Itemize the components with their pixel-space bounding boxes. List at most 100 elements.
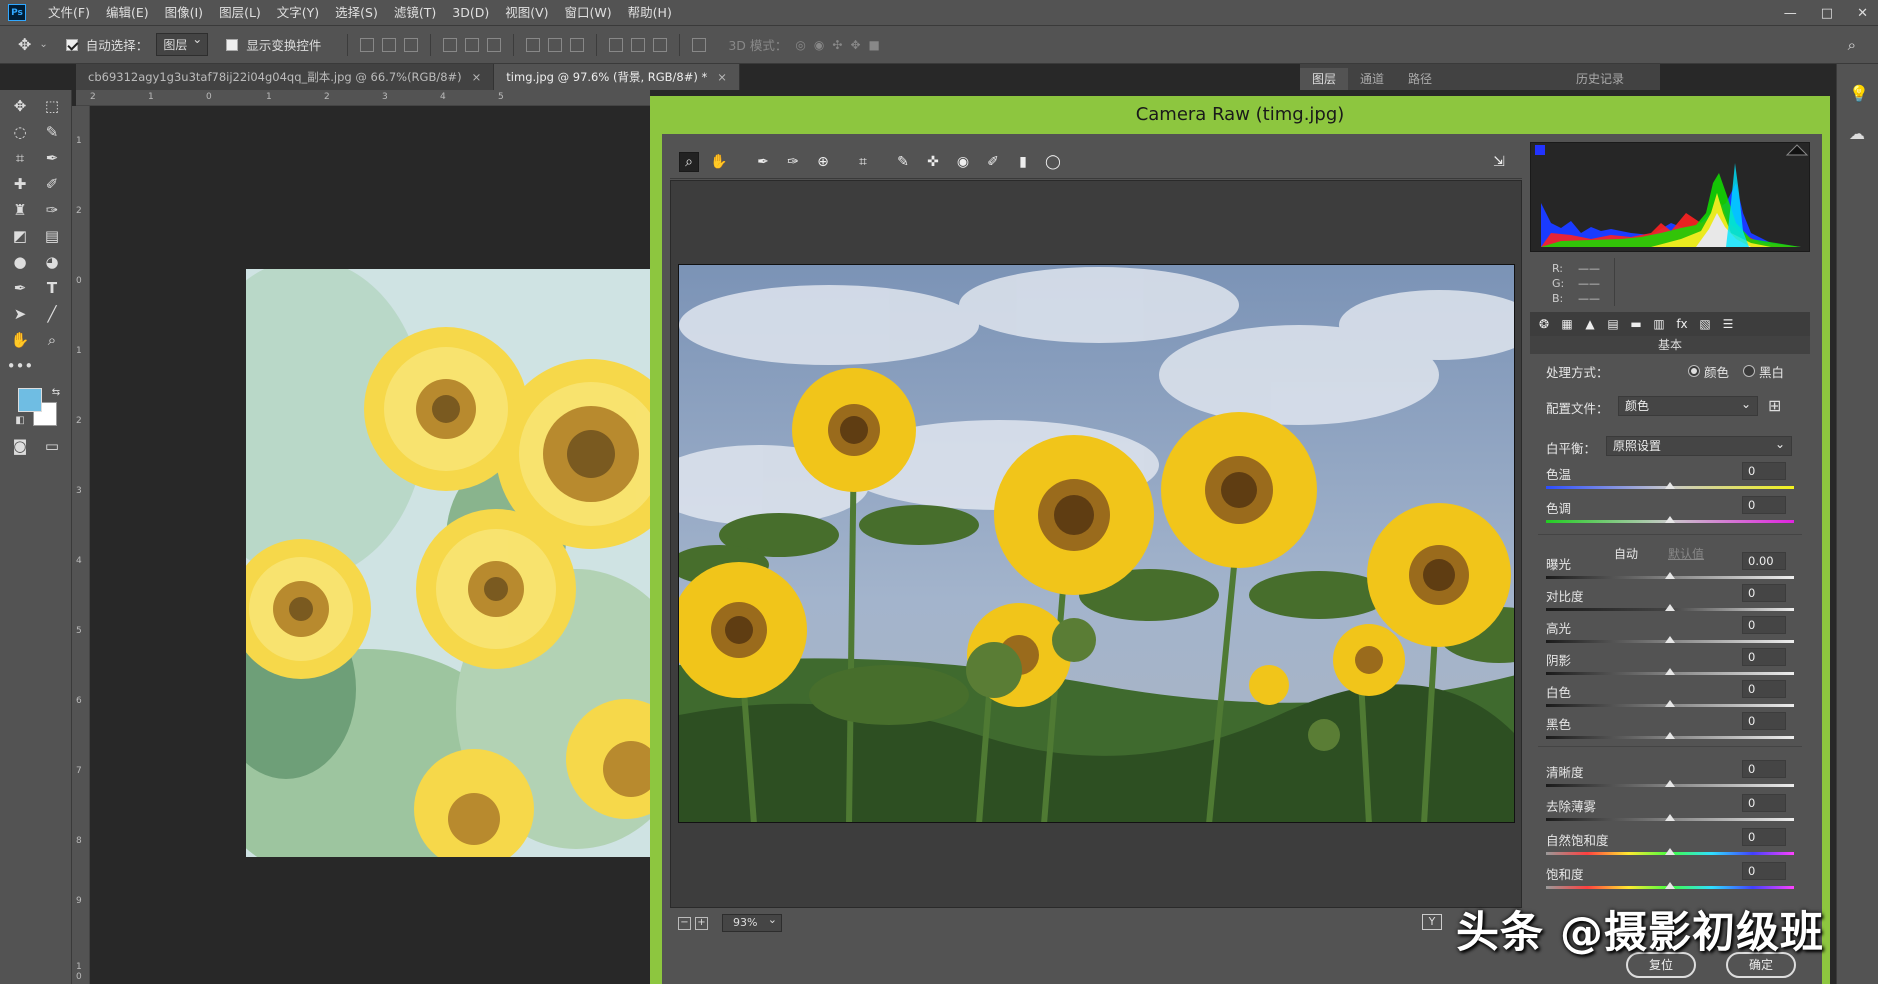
marquee-tool-icon[interactable]: ⬚ bbox=[40, 94, 64, 118]
menu-3d[interactable]: 3D(D) bbox=[444, 0, 497, 26]
effects-tab-icon[interactable]: fx bbox=[1674, 316, 1690, 332]
profile-select[interactable]: 颜色 bbox=[1618, 395, 1758, 416]
slider-value-0[interactable]: 0 bbox=[1742, 462, 1786, 480]
auto-align-icon[interactable] bbox=[692, 37, 707, 52]
slider-thumb-10[interactable] bbox=[1665, 848, 1675, 855]
slider-value-3[interactable]: 0 bbox=[1742, 584, 1786, 602]
menu-view[interactable]: 视图(V) bbox=[497, 0, 556, 26]
close-icon[interactable]: × bbox=[472, 70, 482, 84]
tone-curve-tab-icon[interactable]: ▦ bbox=[1559, 316, 1575, 332]
menu-file[interactable]: 文件(F) bbox=[40, 0, 98, 26]
tab-channels[interactable]: 通道 bbox=[1348, 68, 1396, 90]
spot-removal-tool-icon[interactable]: ✜ bbox=[924, 153, 942, 171]
drag-3d-icon[interactable]: ✣ bbox=[832, 38, 842, 52]
align-vcenter-icon[interactable] bbox=[382, 37, 397, 52]
slider-thumb-2[interactable] bbox=[1665, 572, 1675, 579]
menu-edit[interactable]: 编辑(E) bbox=[98, 0, 157, 26]
slider-thumb-11[interactable] bbox=[1665, 882, 1675, 889]
slider-thumb-4[interactable] bbox=[1665, 636, 1675, 643]
quick-select-tool-icon[interactable]: ✎ bbox=[40, 120, 64, 144]
move-tool-icon[interactable]: ✥ bbox=[18, 35, 31, 54]
slider-thumb-6[interactable] bbox=[1665, 700, 1675, 707]
cloud-icon[interactable]: ☁ bbox=[1849, 124, 1865, 143]
healing-tool-icon[interactable]: ✚ bbox=[8, 172, 32, 196]
distribute-vcenter-icon[interactable] bbox=[548, 37, 563, 52]
align-hcenter-icon[interactable] bbox=[465, 37, 480, 52]
tab-document-1[interactable]: cb69312agy1g3u3taf78ij22i04g04qq_副本.jpg … bbox=[76, 64, 495, 90]
slider-value-5[interactable]: 0 bbox=[1742, 648, 1786, 666]
targeted-adjust-tool-icon[interactable]: ⊕ bbox=[814, 153, 832, 171]
slider-value-6[interactable]: 0 bbox=[1742, 680, 1786, 698]
color-sampler-tool-icon[interactable]: ✑ bbox=[784, 153, 802, 171]
search-icon[interactable]: ⌕ bbox=[1848, 36, 1856, 54]
slider-thumb-8[interactable] bbox=[1665, 780, 1675, 787]
menu-image[interactable]: 图像(I) bbox=[157, 0, 211, 26]
crop-tool-icon[interactable]: ⌗ bbox=[8, 146, 32, 170]
auto-select-dropdown[interactable]: 图层 bbox=[156, 32, 209, 56]
more-tools-icon[interactable]: ••• bbox=[7, 354, 34, 378]
gradient-tool-icon[interactable]: ▤ bbox=[40, 224, 64, 248]
slider-thumb-9[interactable] bbox=[1665, 814, 1675, 821]
video-3d-icon[interactable]: ■ bbox=[869, 38, 880, 52]
distribute-left-icon[interactable] bbox=[609, 37, 624, 52]
move-tool-icon[interactable]: ✥ bbox=[8, 94, 32, 118]
zoom-tool-icon[interactable]: ⌕ bbox=[679, 151, 699, 172]
type-tool-icon[interactable]: T bbox=[40, 276, 64, 300]
swap-colors-icon[interactable]: ⇆ bbox=[44, 380, 68, 404]
menu-help[interactable]: 帮助(H) bbox=[620, 0, 680, 26]
camera-raw-preview-image[interactable] bbox=[678, 264, 1515, 823]
slider-value-4[interactable]: 0 bbox=[1742, 616, 1786, 634]
screen-mode-icon[interactable]: ▭ bbox=[40, 434, 64, 458]
treatment-color-radio[interactable] bbox=[1688, 365, 1700, 377]
foreground-color-swatch[interactable] bbox=[18, 388, 42, 412]
default-button[interactable]: 默认值 bbox=[1668, 545, 1704, 562]
distribute-right-icon[interactable] bbox=[653, 37, 668, 52]
line-tool-icon[interactable]: ╱ bbox=[40, 302, 64, 326]
menu-filter[interactable]: 滤镜(T) bbox=[386, 0, 444, 26]
detail-tab-icon[interactable]: ▲ bbox=[1582, 316, 1598, 332]
align-left-icon[interactable] bbox=[443, 37, 458, 52]
brush-tool-icon[interactable]: ✐ bbox=[40, 172, 64, 196]
menu-window[interactable]: 窗口(W) bbox=[557, 0, 620, 26]
minimize-button[interactable]: — bbox=[1784, 6, 1797, 21]
slider-value-8[interactable]: 0 bbox=[1742, 760, 1786, 778]
hsl-tab-icon[interactable]: ▤ bbox=[1605, 316, 1621, 332]
blur-tool-icon[interactable]: ● bbox=[8, 250, 32, 274]
chevron-down-icon[interactable]: ⌄ bbox=[39, 39, 47, 50]
quick-mask-icon[interactable]: ◙ bbox=[8, 434, 32, 458]
lens-corrections-tab-icon[interactable]: ▥ bbox=[1651, 316, 1667, 332]
profile-browser-icon[interactable]: ⊞ bbox=[1768, 396, 1781, 415]
highlight-clipping-warning[interactable] bbox=[1785, 144, 1809, 156]
hand-tool-icon[interactable]: ✋ bbox=[710, 153, 728, 171]
white-balance-select[interactable]: 原照设置 bbox=[1606, 435, 1792, 456]
document-canvas-image[interactable] bbox=[246, 269, 652, 857]
menu-layer[interactable]: 图层(L) bbox=[211, 0, 269, 26]
history-brush-tool-icon[interactable]: ✑ bbox=[40, 198, 64, 222]
slider-value-2[interactable]: 0.00 bbox=[1742, 552, 1786, 570]
eyedropper-tool-icon[interactable]: ✒ bbox=[40, 146, 64, 170]
orbit-3d-icon[interactable]: ◎ bbox=[795, 38, 805, 52]
align-bottom-icon[interactable] bbox=[404, 37, 419, 52]
distribute-top-icon[interactable] bbox=[526, 37, 541, 52]
zoom-level-select[interactable]: 93% bbox=[722, 912, 782, 932]
red-eye-tool-icon[interactable]: ◉ bbox=[954, 153, 972, 171]
stamp-tool-icon[interactable]: ♜ bbox=[8, 198, 32, 222]
maximize-button[interactable]: □ bbox=[1821, 6, 1833, 21]
lightbulb-icon[interactable]: 💡 bbox=[1849, 84, 1869, 103]
treatment-bw-radio[interactable] bbox=[1743, 365, 1755, 377]
close-window-button[interactable]: ✕ bbox=[1857, 6, 1868, 21]
eraser-tool-icon[interactable]: ◩ bbox=[8, 224, 32, 248]
slider-thumb-5[interactable] bbox=[1665, 668, 1675, 675]
straighten-tool-icon[interactable]: ✎ bbox=[894, 153, 912, 171]
path-select-tool-icon[interactable]: ➤ bbox=[8, 302, 32, 326]
slider-value-1[interactable]: 0 bbox=[1742, 496, 1786, 514]
slider-thumb-0[interactable] bbox=[1665, 482, 1675, 489]
adjustment-brush-icon[interactable]: ✐ bbox=[984, 153, 1002, 171]
camera-calibration-tab-icon[interactable]: ▧ bbox=[1697, 316, 1713, 332]
pen-tool-icon[interactable]: ✒ bbox=[8, 276, 32, 300]
slider-value-10[interactable]: 0 bbox=[1742, 828, 1786, 846]
shadow-clipping-warning[interactable] bbox=[1535, 145, 1545, 155]
auto-button[interactable]: 自动 bbox=[1614, 545, 1638, 562]
crop-tool-icon[interactable]: ⌗ bbox=[854, 153, 872, 171]
zoom-tool-icon[interactable]: ⌕ bbox=[40, 328, 64, 352]
